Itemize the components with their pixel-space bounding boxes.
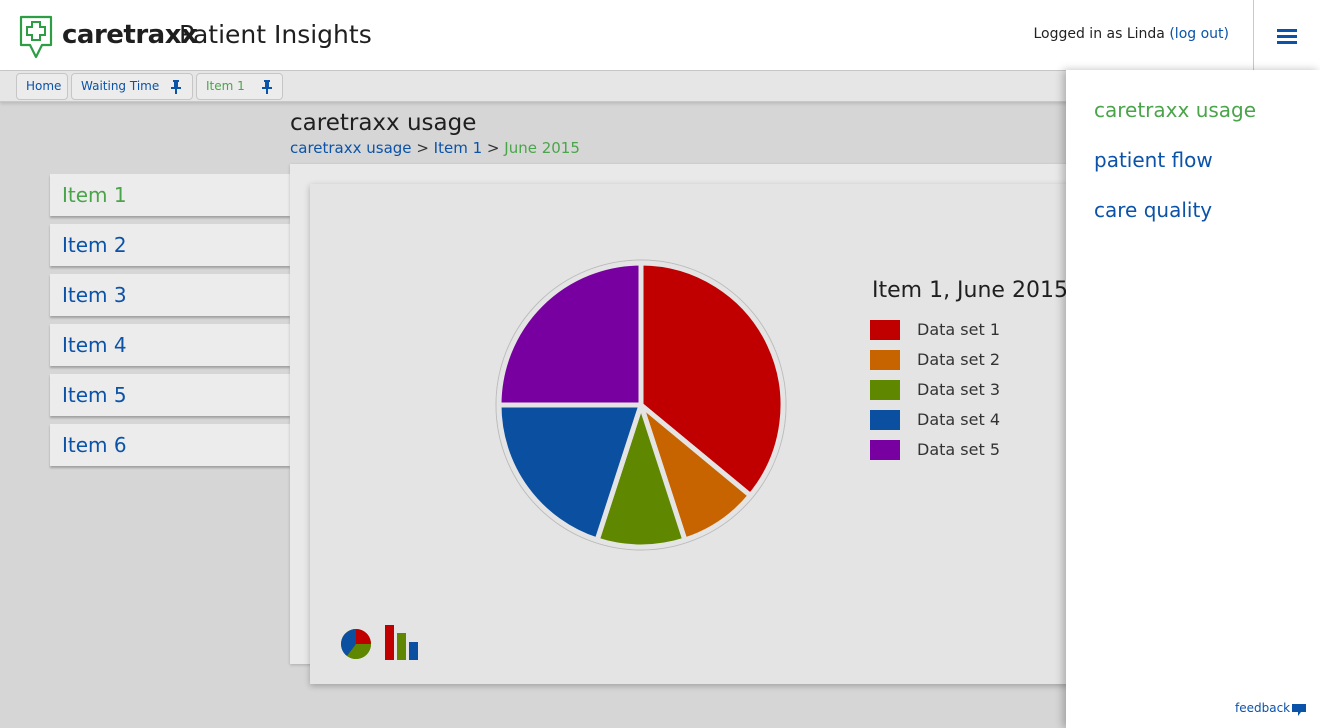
tab-label: Item 1 <box>206 79 245 93</box>
app-header: caretraxx Patient Insights Logged in as … <box>0 0 1254 71</box>
legend-swatch <box>870 320 900 340</box>
breadcrumb: caretraxx usage > Item 1 > June 2015 <box>290 139 580 157</box>
pie-slice-5[interactable] <box>496 260 644 408</box>
sidebar-item-3[interactable]: Item 3 <box>50 274 290 316</box>
tab-home[interactable]: Home <box>16 73 68 100</box>
legend-label: Data set 1 <box>917 320 1001 339</box>
login-user-text: Logged in as Linda <box>1033 26 1165 42</box>
pie-chart <box>495 259 787 551</box>
legend-swatch <box>870 350 900 370</box>
hamburger-icon <box>1277 29 1297 32</box>
legend-label: Data set 2 <box>917 350 1001 369</box>
sidebar-item-6[interactable]: Item 6 <box>50 424 290 466</box>
page-title: caretraxx usage <box>290 110 477 136</box>
hamburger-icon-bar <box>1277 35 1297 38</box>
tab-label: Home <box>26 79 62 93</box>
chart-card: Item 1, June 2015 Data set 1 Data set 2 Da… <box>310 184 1070 684</box>
sidebar-item-5[interactable]: Item 5 <box>50 374 290 416</box>
pin-icon[interactable] <box>171 80 181 94</box>
tab-waiting-time[interactable]: Waiting Time <box>71 73 193 100</box>
sidebar-item-1[interactable]: Item 1 <box>50 174 290 216</box>
pin-icon[interactable] <box>262 80 272 94</box>
nav-item-caretraxx-usage[interactable]: caretraxx usage <box>1094 98 1256 122</box>
feedback-icon[interactable] <box>1292 704 1306 716</box>
nav-item-patient-flow[interactable]: patient flow <box>1094 148 1213 172</box>
bar-chart-icon[interactable] <box>384 624 420 660</box>
menu-button[interactable] <box>1254 0 1320 70</box>
tab-label: Waiting Time <box>81 79 160 93</box>
sidebar-item-4[interactable]: Item 4 <box>50 324 290 366</box>
legend-swatch <box>870 440 900 460</box>
legend-label: Data set 4 <box>917 410 1001 429</box>
legend-swatch <box>870 410 900 430</box>
tab-item-1[interactable]: Item 1 <box>196 73 283 100</box>
legend-label: Data set 5 <box>917 440 1001 459</box>
sidebar-item-2[interactable]: Item 2 <box>50 224 290 266</box>
breadcrumb-current: June 2015 <box>504 139 580 157</box>
legend-label: Data set 3 <box>917 380 1001 399</box>
pie-chart-icon[interactable] <box>340 624 376 660</box>
brand-name: caretraxx <box>62 20 198 50</box>
logout-link[interactable]: (log out) <box>1169 26 1229 42</box>
chart-title: Item 1, June 2015 <box>872 278 1068 303</box>
feedback-link[interactable]: feedback <box>1235 701 1290 715</box>
product-name: Patient Insights <box>179 20 372 49</box>
nav-drawer: caretraxx usage patient flow care qualit… <box>1066 70 1320 728</box>
hamburger-icon-bar <box>1277 41 1297 44</box>
breadcrumb-separator: > <box>486 139 500 157</box>
login-status: Logged in as Linda (log out) <box>1033 26 1229 42</box>
breadcrumb-link-item[interactable]: Item 1 <box>434 139 482 157</box>
logo-icon <box>19 15 53 59</box>
legend-swatch <box>870 380 900 400</box>
breadcrumb-separator: > <box>416 139 429 157</box>
nav-item-care-quality[interactable]: care quality <box>1094 198 1212 222</box>
breadcrumb-link-usage[interactable]: caretraxx usage <box>290 139 412 157</box>
